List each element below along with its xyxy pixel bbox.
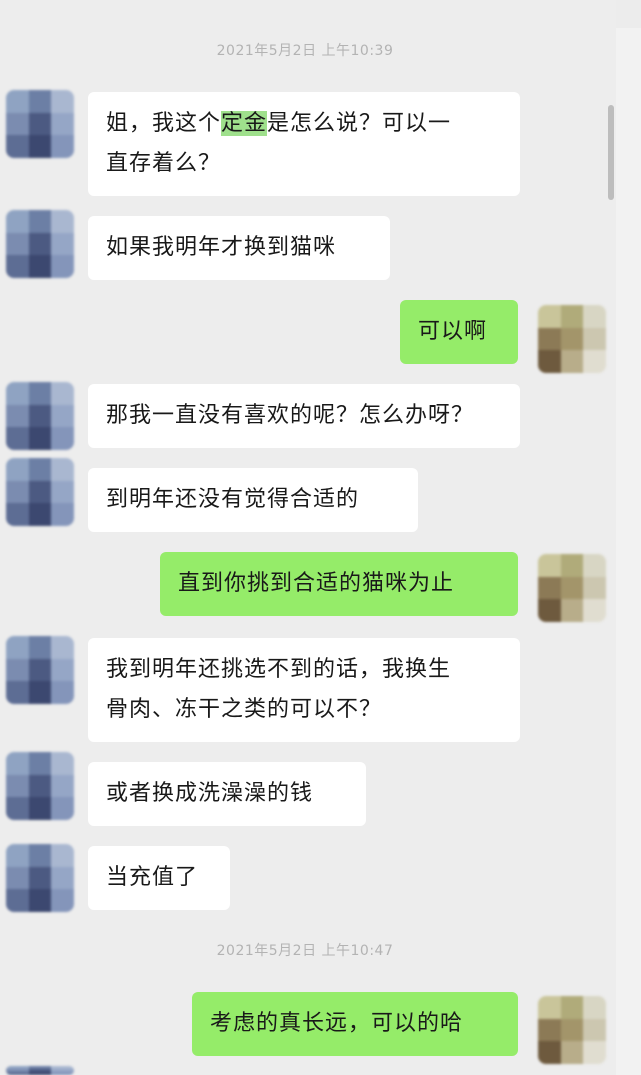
contact-avatar[interactable] xyxy=(6,382,74,450)
message-text: 当充值了 xyxy=(106,865,199,890)
highlighted-text: 定金 xyxy=(221,111,268,136)
message-text: 那我一直没有喜欢的呢？怎么办呀？ xyxy=(106,403,475,428)
message-text: 到明年还没有觉得合适的 xyxy=(106,487,360,512)
my-avatar[interactable] xyxy=(538,996,606,1064)
message-bubble[interactable]: 如果我明年才换到猫咪 xyxy=(88,216,390,280)
message-text: 考虑的真长远，可以的哈 xyxy=(210,1011,464,1036)
message-text: 可以啊 xyxy=(418,319,488,344)
contact-avatar[interactable] xyxy=(6,844,74,912)
message-bubble-outgoing[interactable]: 考虑的真长远，可以的哈 xyxy=(192,992,518,1056)
message-bubble[interactable]: 到明年还没有觉得合适的 xyxy=(88,468,418,532)
scrollbar-thumb[interactable] xyxy=(608,105,614,200)
message-bubble[interactable]: 或者换成洗澡澡的钱 xyxy=(88,762,366,826)
message-text: 姐，我这个 xyxy=(106,111,222,136)
message-bubble-outgoing[interactable]: 可以啊 xyxy=(400,300,518,364)
message-bubble-outgoing[interactable]: 直到你挑到合适的猫咪为止 xyxy=(160,552,518,616)
message-text: 直到你挑到合适的猫咪为止 xyxy=(178,571,455,596)
contact-avatar[interactable] xyxy=(6,752,74,820)
contact-avatar[interactable] xyxy=(6,458,74,526)
scrollbar-track[interactable] xyxy=(616,28,641,1075)
message-text: 或者换成洗澡澡的钱 xyxy=(106,781,314,806)
contact-avatar[interactable] xyxy=(6,636,74,704)
contact-avatar[interactable] xyxy=(6,210,74,278)
message-bubble[interactable]: 那我一直没有喜欢的呢？怎么办呀？ xyxy=(88,384,520,448)
timestamp: 2021年5月2日 上午10:47 xyxy=(216,943,394,959)
contact-avatar[interactable] xyxy=(6,1066,74,1075)
message-text: 如果我明年才换到猫咪 xyxy=(106,235,337,260)
chat-history[interactable]: 2021年5月2日 上午10:39 姐，我这个定金是怎么说？可以一 直存着么？ … xyxy=(0,0,616,1075)
my-avatar[interactable] xyxy=(538,554,606,622)
message-text: 是怎么说？可以一 xyxy=(267,111,452,136)
message-bubble[interactable]: 姐，我这个定金是怎么说？可以一 直存着么？ xyxy=(88,92,520,196)
timestamp: 2021年5月2日 上午10:39 xyxy=(216,43,394,59)
message-line: 我到明年还挑选不到的话，我换生 xyxy=(106,657,452,682)
message-bubble[interactable]: 我到明年还挑选不到的话，我换生 骨肉、冻干之类的可以不？ xyxy=(88,638,520,742)
contact-avatar[interactable] xyxy=(6,90,74,158)
message-line: 姐，我这个定金是怎么说？可以一 xyxy=(106,104,502,144)
message-bubble[interactable]: 当充值了 xyxy=(88,846,230,910)
my-avatar[interactable] xyxy=(538,305,606,373)
message-line: 骨肉、冻干之类的可以不？ xyxy=(106,697,383,722)
message-line: 直存着么？ xyxy=(106,151,222,176)
